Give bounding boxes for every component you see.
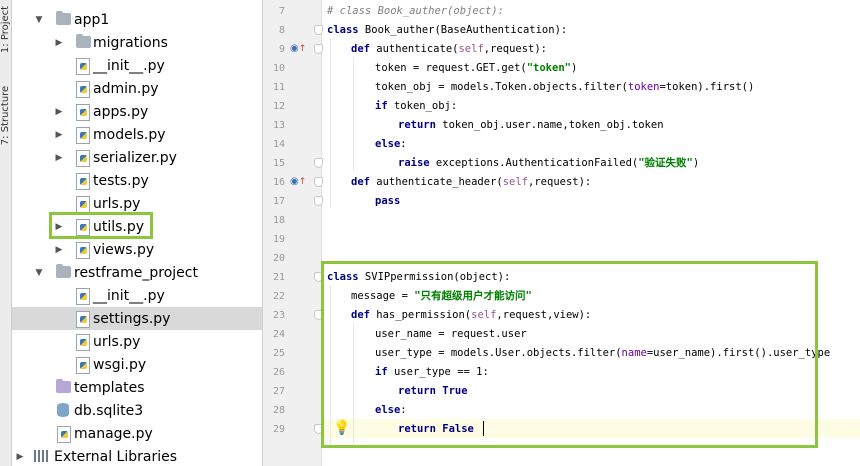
tree-item-settings-py[interactable]: settings.py — [12, 307, 262, 330]
tree-item-db-sqlite3[interactable]: db.sqlite3 — [12, 399, 262, 422]
chevron-right-icon[interactable]: ▶ — [54, 38, 64, 48]
code-line-16: def authenticate_header(self,request): — [351, 176, 592, 188]
tree-item-tests-py[interactable]: tests.py — [12, 169, 262, 192]
chevron-down-icon[interactable]: ▼ — [34, 15, 44, 25]
indent-guide — [330, 38, 331, 208]
line-number: 10 — [272, 63, 285, 74]
python-file-icon — [76, 150, 90, 167]
code-line-10: token = request.GET.get("token") — [375, 62, 578, 74]
tree-item-wsgi-py[interactable]: wsgi.py — [12, 353, 262, 376]
line-number: 7 — [278, 6, 285, 17]
fold-marker-icon[interactable] — [314, 25, 323, 35]
tree-item-serializer-py[interactable]: ▶ serializer.py — [12, 146, 262, 169]
python-file-icon — [76, 127, 90, 144]
line-number: 14 — [272, 139, 285, 150]
tree-item-restframe-project[interactable]: ▼ restframe_project — [12, 261, 262, 284]
utils-highlight-box — [49, 212, 153, 239]
tree-item-apps-py[interactable]: ▶ apps.py — [12, 100, 262, 123]
python-file-icon — [57, 426, 71, 443]
code-line-15: raise exceptions.AuthenticationFailed("验… — [398, 157, 700, 169]
python-file-icon — [76, 357, 90, 374]
database-icon — [57, 403, 69, 417]
python-file-icon — [76, 334, 90, 351]
fold-marker-icon[interactable] — [314, 196, 323, 206]
line-number: 12 — [272, 101, 285, 112]
line-number: 28 — [272, 405, 285, 416]
tree-item-app1[interactable]: ▼ app1 — [12, 8, 262, 31]
tool-window-strip: 1: Project 7: Structure — [0, 0, 12, 466]
python-file-icon — [76, 288, 90, 305]
line-number: 9 — [278, 44, 285, 55]
template-folder-icon — [56, 379, 71, 393]
line-number: 17 — [272, 196, 285, 207]
fold-marker-icon[interactable] — [314, 177, 323, 187]
folder-icon — [76, 34, 91, 48]
python-file-icon — [76, 242, 90, 259]
tree-item-templates[interactable]: templates — [12, 376, 262, 399]
chevron-right-icon[interactable]: ▶ — [15, 452, 25, 462]
library-icon — [34, 450, 48, 462]
tree-item-views-py[interactable]: ▶ views.py — [12, 238, 262, 261]
line-number: 20 — [272, 253, 285, 264]
chevron-right-icon[interactable]: ▶ — [54, 130, 64, 140]
permission-class-highlight-box — [321, 261, 818, 448]
code-line-9: def authenticate(self,request): — [351, 43, 547, 55]
line-number: 8 — [278, 25, 285, 36]
python-file-icon — [76, 58, 90, 75]
code-line-11: token_obj = models.Token.objects.filter(… — [375, 81, 755, 93]
python-file-icon — [76, 311, 90, 328]
line-number: 19 — [272, 234, 285, 245]
chevron-right-icon[interactable]: ▶ — [54, 245, 64, 255]
folder-icon — [56, 264, 71, 278]
line-number: 23 — [272, 310, 285, 321]
line-number: 29 — [272, 424, 285, 435]
code-line-13: return token_obj.user.name,token_obj.tok… — [398, 119, 664, 131]
folder-icon — [56, 11, 71, 25]
line-number: 26 — [272, 367, 285, 378]
line-number: 24 — [272, 329, 285, 340]
tree-item-init-py[interactable]: __init__.py — [12, 54, 262, 77]
code-line-12: if token_obj: — [375, 100, 458, 112]
tree-item-models-py[interactable]: ▶ models.py — [12, 123, 262, 146]
line-number: 11 — [272, 82, 285, 93]
tree-item-manage-py[interactable]: manage.py — [12, 422, 262, 445]
line-number: 18 — [272, 215, 285, 226]
override-method-icon[interactable]: ◉↑ — [290, 43, 306, 55]
python-file-icon — [76, 173, 90, 190]
project-tool-tab[interactable]: 1: Project — [0, 0, 11, 58]
code-line-8: class Book_auther(BaseAuthentication): — [327, 24, 568, 36]
line-number: 16 — [272, 177, 285, 188]
fold-marker-icon[interactable] — [314, 44, 323, 54]
line-number: 27 — [272, 386, 285, 397]
structure-tool-tab[interactable]: 7: Structure — [0, 70, 11, 160]
fold-marker-icon[interactable] — [314, 158, 323, 168]
chevron-right-icon[interactable]: ▶ — [54, 107, 64, 117]
tree-item-migrations[interactable]: ▶ migrations — [12, 31, 262, 54]
tree-item-external-libraries[interactable]: ▶ External Libraries — [12, 445, 262, 466]
line-number: 13 — [272, 120, 285, 131]
line-number: 22 — [272, 291, 285, 302]
ide-window: 1: Project 7: Structure ▼ app1 ▶ migrati… — [0, 0, 860, 466]
tree-item-admin-py[interactable]: admin.py — [12, 77, 262, 100]
line-number: 25 — [272, 348, 285, 359]
tree-item-urls-py[interactable]: urls.py — [12, 330, 262, 353]
chevron-down-icon[interactable]: ▼ — [34, 268, 44, 278]
line-number: 21 — [272, 272, 285, 283]
indent-guide — [353, 57, 354, 171]
line-number: 15 — [272, 158, 285, 169]
python-file-icon — [76, 81, 90, 98]
code-line-17: pass — [375, 195, 401, 207]
override-method-icon[interactable]: ◉↑ — [290, 176, 306, 188]
chevron-right-icon[interactable]: ▶ — [54, 153, 64, 163]
tree-item-init-py[interactable]: __init__.py — [12, 284, 262, 307]
code-line-7: # class Book_auther(object): — [327, 5, 505, 17]
python-file-icon — [76, 196, 90, 213]
python-file-icon — [76, 104, 90, 121]
code-line-14: else: — [375, 138, 407, 150]
